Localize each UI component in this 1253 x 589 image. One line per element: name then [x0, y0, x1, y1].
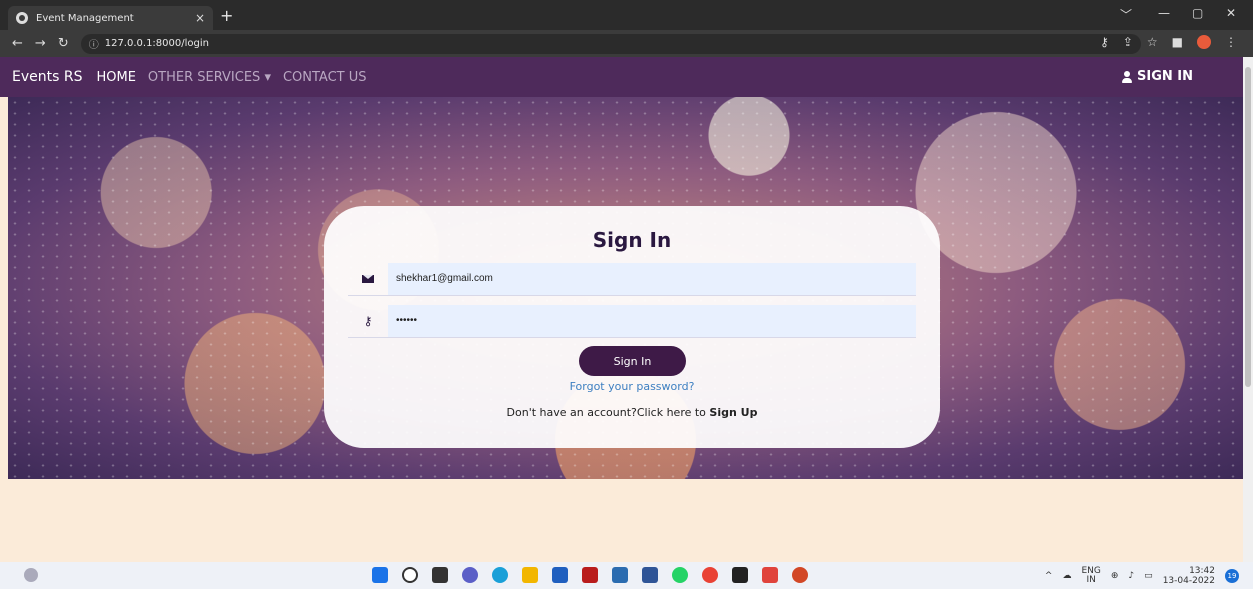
notification-badge[interactable]: 19 — [1225, 569, 1239, 583]
app-icon-red[interactable] — [582, 567, 598, 583]
app-icon-blue[interactable] — [612, 567, 628, 583]
key-icon[interactable]: ⚷ — [1100, 35, 1109, 49]
language-indicator[interactable]: ENG IN — [1081, 567, 1100, 585]
page-viewport: Events RS HOME OTHER SERVICES ▾ CONTACT … — [0, 57, 1243, 562]
hero-background: Sign In ⚷ Sign In Forgot your password? … — [8, 97, 1243, 479]
signin-title: Sign In — [592, 228, 672, 252]
notepad-icon[interactable] — [642, 567, 658, 583]
envelope-icon — [348, 274, 388, 283]
email-input[interactable] — [388, 262, 916, 295]
scrollbar-thumb[interactable] — [1245, 67, 1251, 387]
windows-taskbar: ^ ☁ ENG IN ⊕ ♪ ▭ 13:42 13-04-2022 19 — [0, 562, 1253, 589]
tab-title: Event Management — [36, 12, 134, 24]
edge-icon[interactable] — [492, 567, 508, 583]
tab-search-icon[interactable]: ﹀ — [1120, 6, 1132, 23]
key-icon: ⚷ — [363, 313, 373, 328]
password-input[interactable] — [388, 304, 916, 337]
date: 13-04-2022 — [1162, 576, 1215, 586]
sign-in-button[interactable]: Sign In — [579, 346, 686, 376]
onedrive-icon[interactable]: ☁ — [1062, 571, 1071, 581]
lang-bottom: IN — [1086, 575, 1096, 585]
close-window-button[interactable]: ✕ — [1226, 6, 1236, 20]
signup-prefix: Don't have an account?Click here to — [506, 406, 710, 419]
share-icon[interactable]: ⇪ — [1123, 35, 1133, 49]
task-view-icon[interactable] — [432, 567, 448, 583]
nav-sign-in[interactable]: SIGN IN — [1122, 69, 1193, 84]
password-row: ⚷ — [348, 304, 916, 338]
signin-card: Sign In ⚷ Sign In Forgot your password? … — [324, 206, 940, 448]
nav-contact-us[interactable]: CONTACT US — [283, 70, 367, 85]
browser-tab-bar: Event Management × + ﹀ — ▢ ✕ — [0, 0, 1253, 30]
sidepanel-icon[interactable]: ■ — [1172, 35, 1183, 49]
file-explorer-icon[interactable] — [522, 567, 538, 583]
menu-icon[interactable]: ⋮ — [1225, 35, 1237, 49]
chrome-taskbar-icon[interactable] — [702, 567, 718, 583]
forward-icon[interactable]: → — [35, 36, 46, 51]
tab-close-icon[interactable]: × — [195, 11, 205, 25]
page-scrollbar[interactable] — [1243, 57, 1253, 562]
search-icon[interactable] — [402, 567, 418, 583]
back-icon[interactable]: ← — [12, 36, 23, 51]
nav-sign-in-label: SIGN IN — [1137, 69, 1193, 84]
taskbar-apps — [372, 567, 808, 583]
chevron-up-icon[interactable]: ^ — [1045, 571, 1053, 581]
widgets-icon[interactable] — [24, 568, 38, 582]
time: 13:42 — [1189, 566, 1215, 576]
signup-link[interactable]: Sign Up — [709, 406, 757, 419]
url-bar[interactable]: ⓘ 127.0.0.1:8000/login — [80, 33, 1141, 54]
star-icon[interactable]: ☆ — [1147, 35, 1158, 49]
chrome-icon — [16, 12, 28, 24]
system-tray: ^ ☁ ENG IN ⊕ ♪ ▭ 13:42 13-04-2022 19 — [1045, 566, 1239, 586]
user-icon — [1122, 70, 1132, 83]
minimize-button[interactable]: — — [1158, 6, 1170, 20]
app-icon-pink[interactable] — [762, 567, 778, 583]
browser-tab[interactable]: Event Management × — [8, 6, 213, 30]
powerpoint-icon[interactable] — [792, 567, 808, 583]
reload-icon[interactable]: ↻ — [58, 36, 69, 51]
nav-home[interactable]: HOME — [96, 70, 135, 85]
site-navbar: Events RS HOME OTHER SERVICES ▾ CONTACT … — [0, 57, 1243, 97]
clock[interactable]: 13:42 13-04-2022 — [1163, 566, 1215, 586]
start-icon[interactable] — [372, 567, 388, 583]
store-icon[interactable] — [552, 567, 568, 583]
signup-text: Don't have an account?Click here to Sign… — [324, 406, 940, 419]
new-tab-button[interactable]: + — [220, 6, 233, 25]
battery-icon[interactable]: ▭ — [1144, 571, 1153, 581]
terminal-icon[interactable] — [732, 567, 748, 583]
volume-icon[interactable]: ♪ — [1128, 571, 1134, 581]
toolbar-icons: ⚷ ⇪ ☆ ■ ⋮ — [1100, 35, 1237, 49]
brand-link[interactable]: Events RS — [12, 69, 82, 85]
chat-icon[interactable] — [462, 567, 478, 583]
network-icon[interactable]: ⊕ — [1111, 571, 1119, 581]
nav-other-services[interactable]: OTHER SERVICES ▾ — [148, 70, 271, 85]
forgot-password-link[interactable]: Forgot your password? — [324, 380, 940, 393]
email-row — [348, 262, 916, 296]
maximize-button[interactable]: ▢ — [1192, 6, 1203, 20]
address-bar-row: ← → ↻ ⓘ 127.0.0.1:8000/login ⚷ ⇪ ☆ ■ ⋮ — [0, 30, 1253, 57]
whatsapp-icon[interactable] — [672, 567, 688, 583]
url-text: 127.0.0.1:8000/login — [104, 38, 209, 49]
site-info-icon[interactable]: ⓘ — [89, 36, 99, 51]
profile-icon[interactable] — [1197, 35, 1211, 49]
